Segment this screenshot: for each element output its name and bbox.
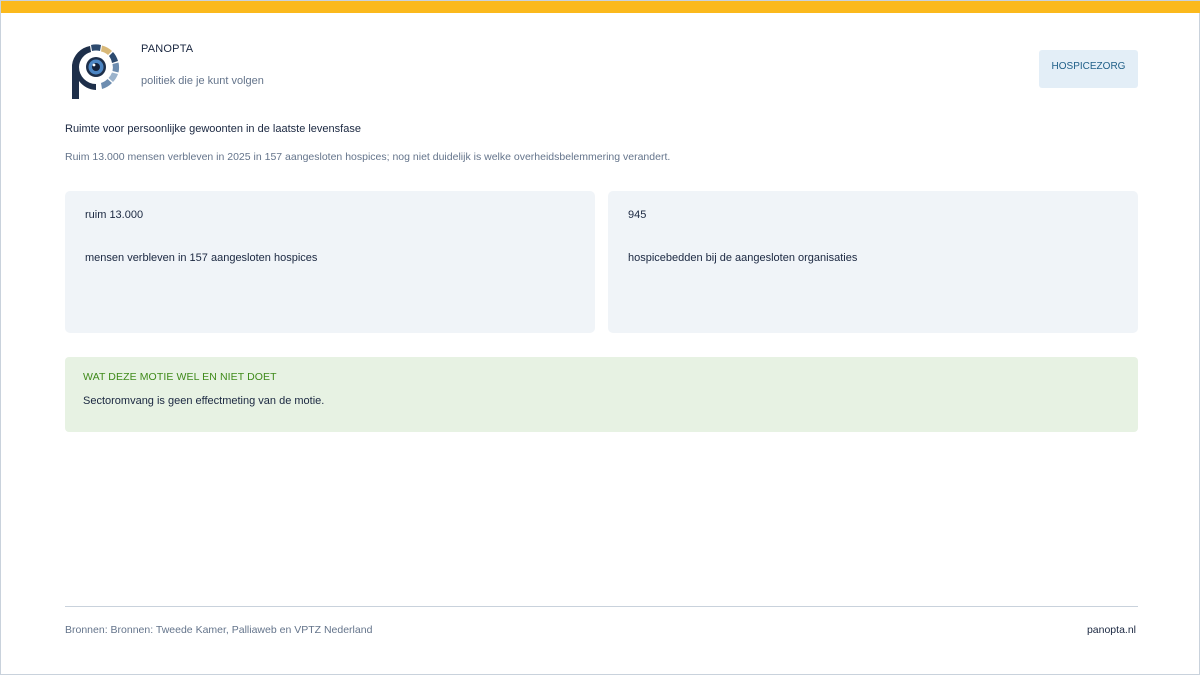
- stat-description: hospicebedden bij de aangesloten organis…: [628, 252, 858, 264]
- stat-value: 945: [628, 209, 647, 221]
- stat-card-beds: 945 hospicebedden bij de aangesloten org…: [608, 191, 1138, 333]
- page-title: Ruimte voor persoonlijke gewoonten in de…: [65, 123, 361, 135]
- brand-tagline: politiek die je kunt volgen: [141, 75, 264, 87]
- footer-divider: [65, 606, 1138, 607]
- stat-description: mensen verbleven in 157 aangesloten hosp…: [85, 252, 318, 264]
- footer-sources: Bronnen: Bronnen: Tweede Kamer, Palliawe…: [65, 624, 373, 636]
- brand-name: PANOPTA: [141, 43, 194, 55]
- stat-card-residents: ruim 13.000 mensen verbleven in 157 aang…: [65, 191, 595, 333]
- topic-badge[interactable]: HOSPICEZORG: [1039, 50, 1138, 88]
- page-subtitle: Ruim 13.000 mensen verbleven in 2025 in …: [65, 151, 671, 163]
- accent-top-bar: [1, 1, 1200, 13]
- footer-site-link[interactable]: panopta.nl: [1087, 624, 1136, 636]
- notice-text: Sectoromvang is geen effectmeting van de…: [83, 395, 325, 407]
- motion-notice-box: WAT DEZE MOTIE WEL EN NIET DOET Sectorom…: [65, 357, 1138, 432]
- stat-value: ruim 13.000: [85, 209, 144, 221]
- notice-title: WAT DEZE MOTIE WEL EN NIET DOET: [83, 371, 277, 383]
- panopta-logo-icon: [69, 41, 123, 101]
- page-frame: PANOPTA politiek die je kunt volgen HOSP…: [0, 0, 1200, 675]
